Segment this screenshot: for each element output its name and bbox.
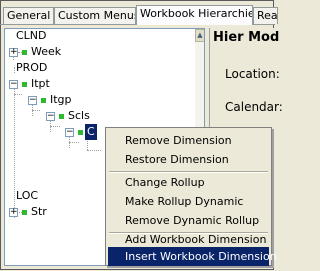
expand-icon[interactable]: + — [9, 208, 18, 217]
tree-connector — [87, 150, 101, 152]
menu-item-restore-dimension[interactable]: Restore Dimension — [108, 150, 269, 169]
node-icon — [59, 114, 64, 119]
node-icon — [22, 210, 27, 215]
collapse-icon[interactable]: − — [65, 128, 74, 137]
collapse-icon[interactable]: − — [9, 80, 18, 89]
menu-item-remove-dimension[interactable]: Remove Dimension — [108, 131, 269, 150]
tab-bar: General Custom Menus Workbook Hierarchie… — [3, 5, 278, 25]
tab-rea[interactable]: Rea — [253, 7, 278, 24]
location-label: Location: — [225, 67, 280, 81]
tree-node-week[interactable]: + Week — [5, 44, 125, 60]
tree-node-scls[interactable]: − Scls — [5, 108, 125, 124]
tab-custom-menus[interactable]: Custom Menus — [54, 7, 136, 24]
collapse-icon[interactable]: − — [46, 112, 55, 121]
tab-general[interactable]: General — [3, 7, 54, 24]
node-icon — [22, 82, 27, 87]
node-icon — [22, 50, 27, 55]
scroll-up-icon[interactable]: ▲ — [195, 29, 204, 42]
tree-node-itpt[interactable]: − Itpt — [5, 76, 125, 92]
calendar-label: Calendar: — [225, 100, 283, 114]
collapse-icon[interactable]: − — [28, 96, 37, 105]
menu-item-insert-workbook-dimension[interactable]: Insert Workbook Dimension — [108, 247, 277, 266]
tree-node-itgp[interactable]: − Itgp — [5, 92, 125, 108]
tab-workbook-hierarchies[interactable]: Workbook Hierarchies — [136, 5, 253, 25]
node-icon — [41, 98, 46, 103]
context-menu: Remove Dimension Restore Dimension Chang… — [105, 127, 277, 266]
node-icon — [78, 130, 83, 135]
tree-connector — [69, 142, 79, 144]
menu-item-remove-dynamic-rollup[interactable]: Remove Dynamic Rollup — [108, 211, 269, 230]
menu-item-make-rollup-dynamic[interactable]: Make Rollup Dynamic — [108, 192, 269, 211]
expand-icon[interactable]: + — [9, 48, 18, 57]
panel-title: Hier Mod — [213, 30, 280, 45]
menu-item-change-rollup[interactable]: Change Rollup — [108, 173, 269, 192]
